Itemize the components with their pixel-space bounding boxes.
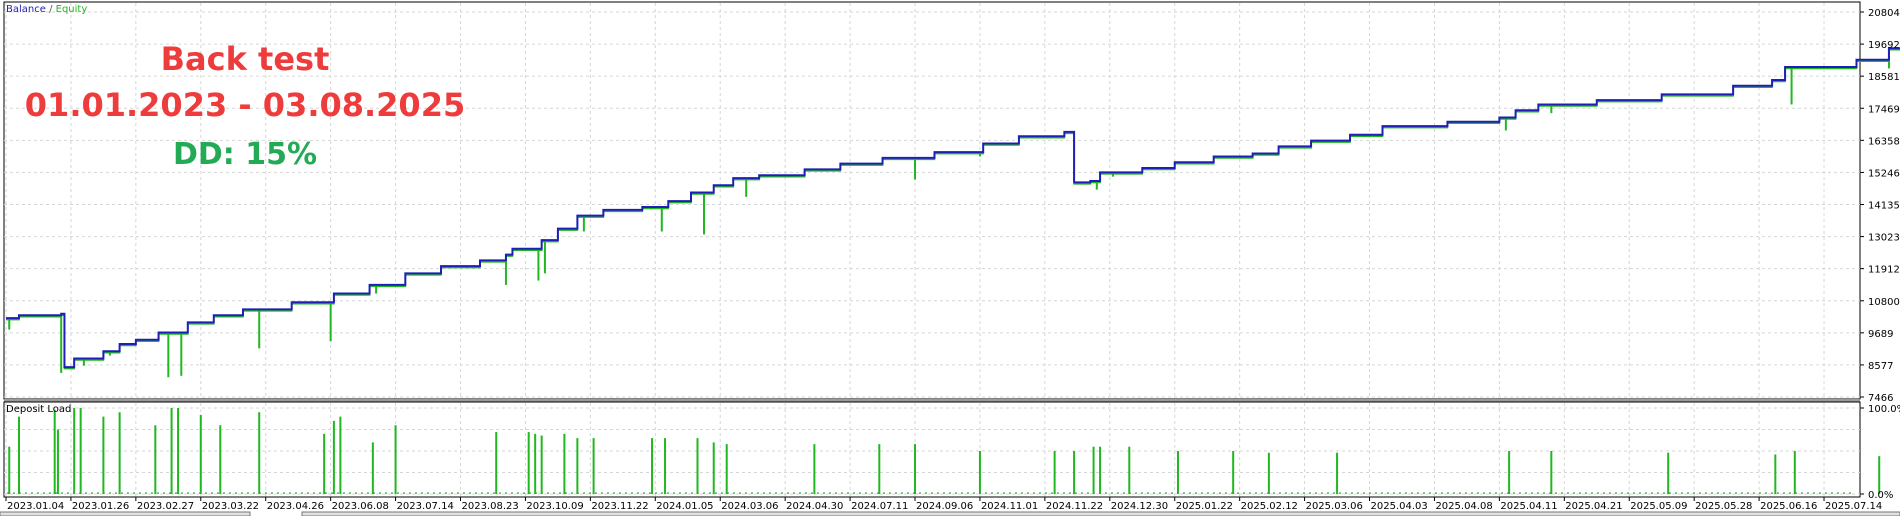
x-tick-label: 2023.04.26 — [267, 501, 324, 512]
y-tick-label: 20804 — [1868, 8, 1900, 19]
y-tick-label: 15246 — [1868, 168, 1900, 179]
y-tick-label: 19692 — [1868, 40, 1900, 51]
legend-balance: Balance — [6, 4, 46, 15]
deposit-load-panel — [3, 401, 1861, 498]
legend-separator: / — [46, 4, 56, 15]
y-tick-label: 11912 — [1868, 265, 1900, 276]
x-tick-label: 2023.07.14 — [397, 501, 454, 512]
y-tick-label: 9689 — [1868, 329, 1893, 340]
x-tick-label: 2023.03.22 — [202, 501, 259, 512]
x-tick-label: 2023.08.23 — [462, 501, 519, 512]
x-tick-label: 2023.01.26 — [72, 501, 129, 512]
x-tick-label: 2025.07.14 — [1825, 501, 1882, 512]
deposit-load-title: Deposit Load — [6, 404, 71, 415]
legend-equity: Equity — [56, 4, 88, 15]
x-tick-label: 2024.11.01 — [981, 501, 1038, 512]
overlay-title: Back test — [161, 40, 330, 78]
y-tick-label: 18581 — [1868, 72, 1900, 83]
bottom-scrollbar-right[interactable] — [301, 511, 1900, 516]
x-tick-label: 2024.07.11 — [851, 501, 908, 512]
x-tick-label: 2025.03.06 — [1306, 501, 1363, 512]
y-tick-label: 100.0% — [1868, 404, 1900, 415]
x-tick-label: 2023.02.27 — [137, 501, 194, 512]
y-tick-label: 7466 — [1868, 393, 1893, 404]
bottom-scrollbar[interactable] — [0, 511, 251, 516]
x-tick-label: 2025.01.22 — [1176, 501, 1233, 512]
price-axis: 20804 19692 18581 17469 16358 15246 14135 13023… — [1860, 8, 1900, 404]
y-tick-label: 14135 — [1868, 201, 1900, 212]
overlay-drawdown: DD: 15% — [173, 137, 317, 172]
time-axis: 2023.01.04 2023.01.26 2023.02.27 2023.03.22… — [5, 497, 1882, 512]
x-tick-label: 2025.06.16 — [1760, 501, 1817, 512]
x-tick-label: 2023.01.04 — [7, 501, 64, 512]
svg-text:Balance / Equity: Balance / Equity — [6, 4, 87, 15]
x-tick-label: 2025.04.11 — [1500, 501, 1557, 512]
x-tick-label: 2025.02.12 — [1241, 501, 1298, 512]
y-tick-label: 17469 — [1868, 104, 1900, 115]
x-tick-label: 2025.04.08 — [1435, 501, 1492, 512]
x-tick-label: 2024.04.30 — [786, 501, 843, 512]
x-tick-label: 2024.11.22 — [1046, 501, 1103, 512]
x-tick-label: 2024.09.06 — [916, 501, 973, 512]
x-tick-label: 2023.06.08 — [332, 501, 389, 512]
y-tick-label: 8577 — [1868, 361, 1893, 372]
y-tick-label: 13023 — [1868, 233, 1900, 244]
x-tick-label: 2023.10.09 — [526, 501, 583, 512]
x-tick-label: 2025.05.28 — [1695, 501, 1752, 512]
x-tick-label: 2024.03.06 — [721, 501, 778, 512]
x-tick-label: 2025.04.03 — [1371, 501, 1428, 512]
x-tick-label: 2025.05.09 — [1630, 501, 1687, 512]
x-tick-label: 2025.04.21 — [1565, 501, 1622, 512]
y-tick-label: 10800 — [1868, 297, 1900, 308]
backtest-chart: 20804 19692 18581 17469 16358 15246 14135 13023… — [0, 1, 1900, 516]
overlay-dates: 01.01.2023 - 03.08.2025 — [25, 86, 465, 124]
x-tick-label: 2024.01.05 — [656, 501, 713, 512]
x-tick-label: 2024.12.30 — [1111, 501, 1168, 512]
y-tick-label: 0.0% — [1868, 490, 1893, 501]
y-tick-label: 16358 — [1868, 136, 1900, 147]
x-tick-label: 2023.11.22 — [591, 501, 648, 512]
